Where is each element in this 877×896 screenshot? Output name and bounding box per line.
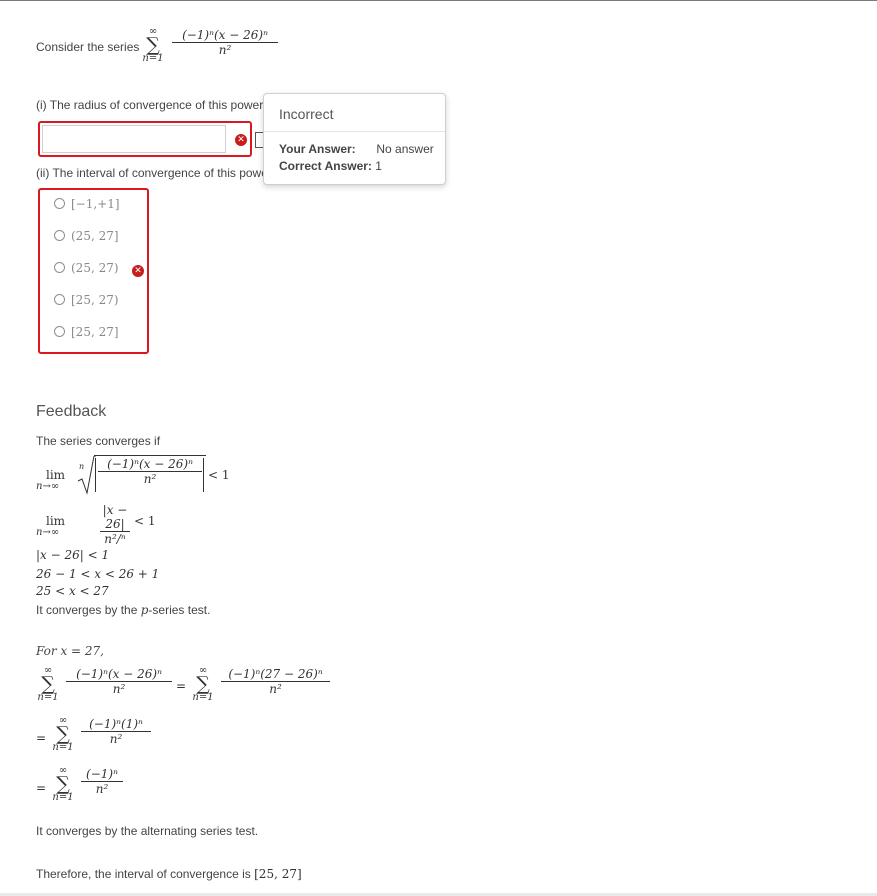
consider-text: Consider the series bbox=[36, 40, 140, 54]
step2-numerator: |x − 26| bbox=[102, 503, 128, 531]
radio-button[interactable] bbox=[54, 326, 65, 338]
equals-3: = bbox=[36, 781, 47, 795]
part2-label: (ii) The interval of convergence of this… bbox=[36, 166, 268, 180]
your-answer-label: Your Answer: bbox=[279, 142, 356, 156]
option-label: [25, 27) bbox=[71, 292, 119, 307]
lim-label-2: lim bbox=[46, 514, 66, 528]
eq1-rhs-fraction: (−1)ⁿ(27 − 26)ⁿ n² bbox=[221, 667, 330, 696]
radio-button[interactable] bbox=[54, 262, 65, 274]
eq1-rhs-sigma: ∞ ∑ n=1 bbox=[192, 665, 214, 704]
eq1-sigma: ∞ ∑ n=1 bbox=[37, 665, 59, 704]
lim-label: lim bbox=[46, 468, 66, 482]
option-3[interactable]: (25, 27) bbox=[54, 260, 119, 276]
correct-answer-value: 1 bbox=[375, 159, 382, 173]
series-fraction: (−1)ⁿ(x − 26)ⁿ n² bbox=[172, 28, 278, 57]
option-5[interactable]: [25, 27] bbox=[54, 324, 119, 340]
step2-denominator: n²/ⁿ bbox=[104, 532, 126, 546]
feedback-intro: The series converges if bbox=[36, 434, 161, 448]
eq3-sigma: ∞ ∑ n=1 bbox=[52, 765, 74, 804]
therefore-text: Therefore, the interval of convergence i… bbox=[36, 867, 302, 881]
sigma-symbol: ∑ bbox=[146, 34, 160, 56]
option-label: (25, 27] bbox=[71, 228, 119, 243]
radio-button[interactable] bbox=[54, 294, 65, 306]
root-fraction: (−1)ⁿ(x − 26)ⁿ n² bbox=[98, 457, 202, 486]
equals-2: = bbox=[36, 731, 47, 745]
series-denominator: n² bbox=[218, 43, 232, 57]
abs-bar-right bbox=[203, 458, 204, 492]
alternating-text: It converges by the alternating series t… bbox=[36, 824, 259, 838]
part1-label: (i) The radius of convergence of this po… bbox=[36, 98, 264, 112]
top-border bbox=[0, 0, 877, 1]
popup-title: Incorrect bbox=[279, 106, 334, 122]
option-4[interactable]: [25, 27) bbox=[54, 292, 119, 308]
series-numerator: (−1)ⁿ(x − 26)ⁿ bbox=[182, 28, 268, 42]
x-circle-icon: ✕ bbox=[235, 134, 247, 146]
eq1-fraction: (−1)ⁿ(x − 26)ⁿ n² bbox=[66, 667, 172, 696]
correct-answer-label: Correct Answer: bbox=[279, 159, 372, 173]
eq2-fraction: (−1)ⁿ(1)ⁿ n² bbox=[81, 717, 151, 746]
pseries-text: It converges by the p-series test. bbox=[36, 603, 211, 617]
series-sigma: ∞ ∑ n=1 bbox=[142, 27, 163, 65]
option-1[interactable]: [−1,+1] bbox=[54, 196, 120, 212]
sum-lower: n=1 bbox=[142, 53, 164, 64]
feedback-title: Feedback bbox=[36, 403, 107, 420]
eq2-sigma: ∞ ∑ n=1 bbox=[52, 715, 74, 754]
popup-header: Incorrect bbox=[264, 94, 445, 132]
lim-subscript-2: n→∞ bbox=[36, 527, 60, 538]
your-answer-row: Your Answer: No answer bbox=[279, 142, 434, 156]
incorrect-popup: Incorrect Your Answer: No answer Correct… bbox=[263, 93, 446, 185]
root-sign bbox=[77, 455, 96, 495]
abs-bar-left bbox=[95, 458, 96, 492]
option-label: [25, 27] bbox=[71, 324, 119, 339]
eq3-fraction: (−1)ⁿ n² bbox=[81, 767, 123, 796]
less-than-one-2: < 1 bbox=[134, 514, 156, 528]
x-circle-icon: ✕ bbox=[132, 265, 144, 277]
correct-answer-row: Correct Answer: 1 bbox=[279, 159, 382, 173]
root-denominator: n² bbox=[143, 472, 157, 486]
step2-fraction: |x − 26| n²/ⁿ bbox=[100, 503, 130, 546]
equals-1: = bbox=[176, 679, 187, 693]
step3: |x − 26| < 1 bbox=[36, 548, 110, 562]
option-label: (25, 27) bbox=[71, 260, 119, 275]
lim-subscript: n→∞ bbox=[36, 481, 60, 492]
your-answer-value: No answer bbox=[376, 142, 434, 156]
less-than-one: < 1 bbox=[208, 468, 230, 482]
popup-anchor bbox=[255, 132, 263, 148]
step5: 25 < x < 27 bbox=[36, 584, 109, 598]
radio-button[interactable] bbox=[54, 230, 65, 242]
radius-input[interactable] bbox=[42, 125, 226, 153]
final-interval: [25, 27] bbox=[254, 867, 302, 881]
option-2[interactable]: (25, 27] bbox=[54, 228, 119, 244]
root-overline bbox=[94, 455, 206, 456]
option-label: [−1,+1] bbox=[71, 196, 120, 211]
step4: 26 − 1 < x < 26 + 1 bbox=[36, 567, 160, 581]
root-numerator: (−1)ⁿ(x − 26)ⁿ bbox=[107, 457, 193, 471]
radio-button[interactable] bbox=[54, 198, 65, 210]
for-x-text: For x = 27, bbox=[36, 644, 104, 658]
